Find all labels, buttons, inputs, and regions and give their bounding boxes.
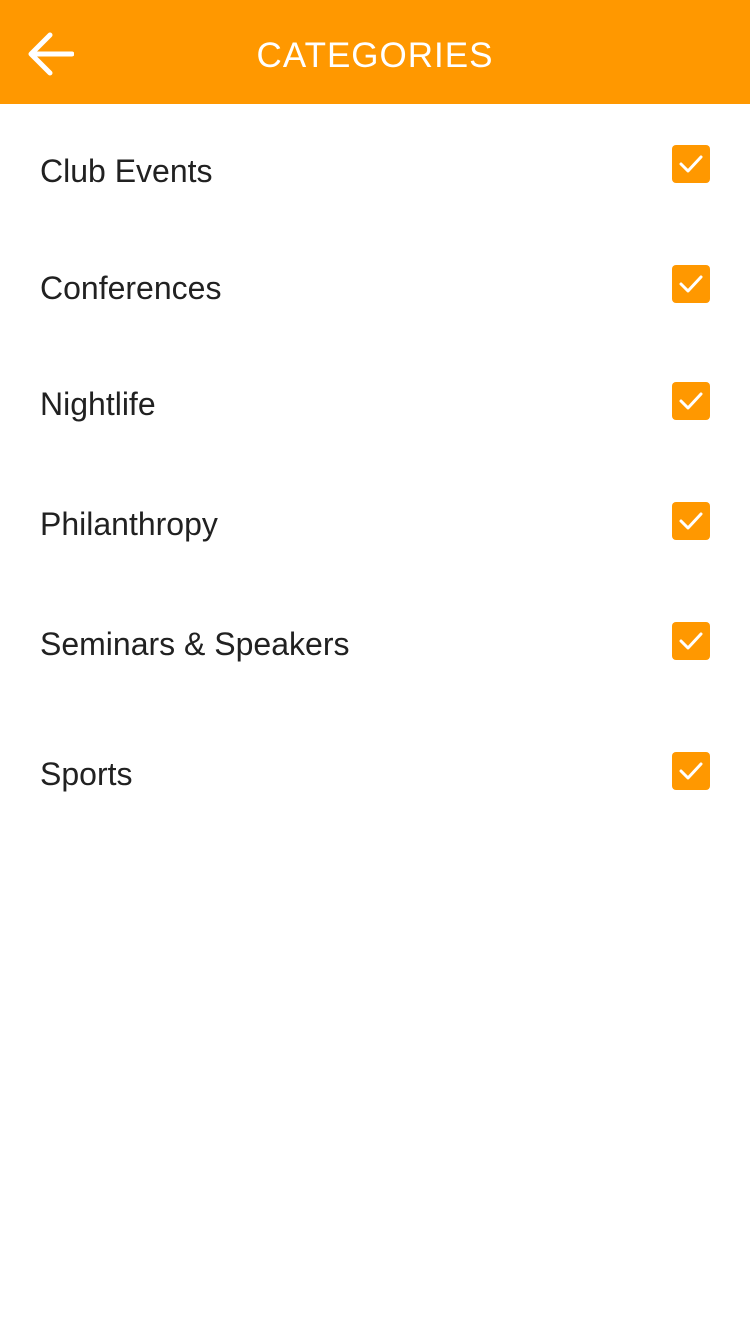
category-row-sports[interactable]: Sports: [0, 724, 750, 824]
category-label: Conferences: [40, 270, 222, 306]
category-row-nightlife[interactable]: Nightlife: [0, 354, 750, 454]
arrow-left-icon: [28, 32, 74, 76]
category-checkbox[interactable]: [672, 622, 710, 660]
category-row-philanthropy[interactable]: Philanthropy: [0, 474, 750, 574]
checkmark-icon: [679, 155, 703, 173]
category-label: Club Events: [40, 153, 213, 189]
header-bar: CATEGORIES: [0, 0, 750, 104]
categories-screen: CATEGORIES Club Events Conferences Night…: [0, 0, 750, 1334]
category-checkbox[interactable]: [672, 502, 710, 540]
category-label: Seminars & Speakers: [40, 626, 350, 662]
category-row-seminars-speakers[interactable]: Seminars & Speakers: [0, 594, 750, 694]
category-label: Sports: [40, 756, 133, 792]
category-checkbox[interactable]: [672, 752, 710, 790]
checkmark-icon: [679, 275, 703, 293]
category-label: Philanthropy: [40, 506, 218, 542]
category-checkbox[interactable]: [672, 265, 710, 303]
checkmark-icon: [679, 512, 703, 530]
checkmark-icon: [679, 762, 703, 780]
page-title: CATEGORIES: [256, 36, 494, 75]
category-checkbox[interactable]: [672, 382, 710, 420]
category-checkbox[interactable]: [672, 145, 710, 183]
category-label: Nightlife: [40, 386, 156, 422]
back-button[interactable]: [18, 22, 82, 86]
category-row-club-events[interactable]: Club Events: [0, 120, 750, 220]
checkmark-icon: [679, 392, 703, 410]
checkmark-icon: [679, 632, 703, 650]
category-row-conferences[interactable]: Conferences: [0, 237, 750, 337]
